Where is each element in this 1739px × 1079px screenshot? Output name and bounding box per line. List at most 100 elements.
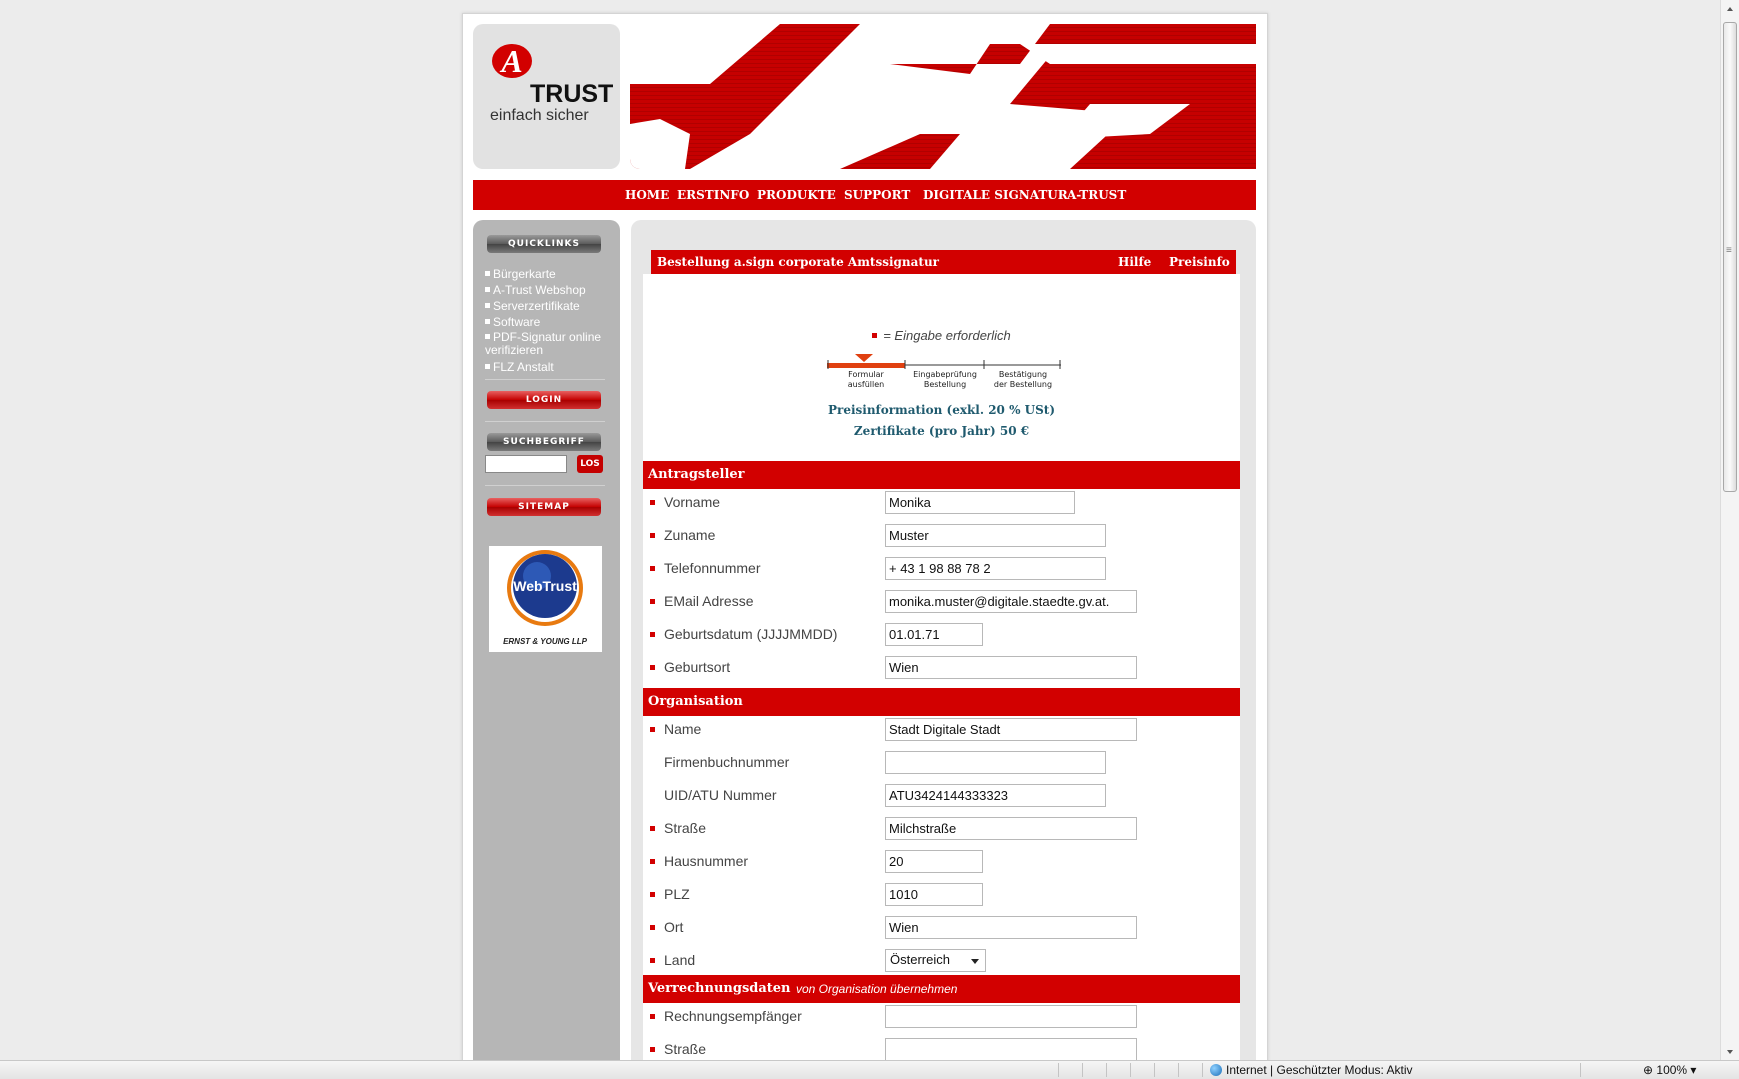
- logo-brand: TRUST: [530, 80, 614, 108]
- label-strasse: Straße: [664, 820, 707, 836]
- label-ort: Ort: [664, 919, 684, 935]
- required-marker-icon: [650, 566, 655, 571]
- land-select[interactable]: Österreich: [885, 949, 986, 972]
- quicklinks-heading: QUICKLINKS: [487, 235, 601, 253]
- help-link[interactable]: Hilfe: [1118, 250, 1151, 274]
- email-input[interactable]: [885, 590, 1137, 613]
- chevron-down-icon: [971, 959, 979, 964]
- webtrust-sub: ERNST & YOUNG LLP: [503, 637, 588, 646]
- nav-produkte[interactable]: PRODUKTE: [757, 188, 836, 202]
- vertical-scrollbar[interactable]: [1720, 0, 1739, 1060]
- quicklink-pdf-signatur[interactable]: PDF-Signatur online verifizieren: [485, 330, 615, 359]
- required-marker-icon: [650, 892, 655, 897]
- search-input[interactable]: [485, 455, 567, 473]
- nav-erstinfo[interactable]: ERSTINFO: [677, 188, 749, 202]
- billing-strasse-input[interactable]: [885, 1038, 1137, 1061]
- quicklink-webshop[interactable]: A-Trust Webshop: [485, 282, 615, 298]
- vorname-input[interactable]: [885, 491, 1075, 514]
- step-1-line2: ausfüllen: [848, 380, 884, 389]
- quicklink-buergerkarte[interactable]: Bürgerkarte: [485, 266, 615, 282]
- required-note: = Eingabe erforderlich: [643, 328, 1240, 343]
- nav-a-trust[interactable]: A-TRUST: [1067, 188, 1126, 202]
- zuname-input[interactable]: [885, 524, 1106, 547]
- logo-tagline: einfach sicher: [490, 107, 589, 124]
- copy-from-organisation-link[interactable]: von Organisation übernehmen: [796, 975, 957, 1003]
- form-title: Bestellung a.sign corporate Amtssignatur: [657, 255, 939, 269]
- webtrust-badge[interactable]: WebTrust ERNST & YOUNG LLP: [489, 546, 602, 652]
- sidebar-divider: [485, 421, 605, 422]
- ort-input[interactable]: [885, 916, 1137, 939]
- label-org-name: Name: [664, 721, 702, 737]
- nav-digitale-signatur[interactable]: DIGITALE SIGNATUR: [923, 188, 1068, 202]
- label-geburtsort: Geburtsort: [664, 659, 731, 675]
- price-heading: Preisinformation (exkl. 20 % USt): [827, 403, 1056, 417]
- bullet-icon: [485, 303, 490, 308]
- quicklinks-list: Bürgerkarte A-Trust Webshop Serverzertif…: [485, 266, 615, 375]
- required-marker-icon: [650, 958, 655, 963]
- hausnummer-input[interactable]: [885, 850, 983, 873]
- org-name-input[interactable]: [885, 718, 1137, 741]
- header-banner: [630, 24, 1256, 169]
- bullet-icon: [485, 319, 490, 324]
- required-marker-icon: [650, 925, 655, 930]
- order-form: = Eingabe erforderlich Formular ausfülle…: [643, 274, 1240, 1061]
- login-button[interactable]: LOGIN: [487, 391, 601, 409]
- nav-support[interactable]: SUPPORT: [844, 188, 910, 202]
- label-geburtsdatum: Geburtsdatum (JJJJMMDD): [664, 626, 838, 642]
- telefon-input[interactable]: [885, 557, 1106, 580]
- status-divider: [1154, 1063, 1155, 1077]
- current-step-marker-icon: [855, 354, 873, 362]
- webtrust-seal-icon: WebTrust ERNST & YOUNG LLP: [503, 550, 588, 646]
- form-header: Bestellung a.sign corporate Amtssignatur…: [651, 250, 1236, 274]
- firmenbuch-input[interactable]: [885, 751, 1106, 774]
- search-heading: SUCHBEGRIFF: [487, 433, 601, 451]
- search-submit-button[interactable]: LOS: [577, 455, 603, 473]
- zoom-control[interactable]: ⊕ 100% ▾: [1643, 1063, 1696, 1077]
- step-2-line2: Bestellung: [924, 380, 966, 389]
- status-divider: [1130, 1063, 1131, 1077]
- land-selected-value: Österreich: [890, 952, 950, 967]
- scrollbar-thumb[interactable]: [1723, 22, 1737, 492]
- scroll-down-icon[interactable]: [1721, 1043, 1739, 1060]
- logo[interactable]: A TRUST einfach sicher: [473, 24, 620, 169]
- quicklink-software[interactable]: Software: [485, 314, 615, 330]
- status-divider: [1082, 1063, 1083, 1077]
- price-value: Zertifikate (pro Jahr) 50 €: [853, 424, 1030, 438]
- required-marker-icon: [650, 533, 655, 538]
- sitemap-button[interactable]: SITEMAP: [487, 498, 601, 516]
- status-divider: [1106, 1063, 1107, 1077]
- step-1-line1: Formular: [848, 370, 884, 379]
- required-marker-icon: [872, 333, 878, 338]
- sidebar-divider: [485, 379, 605, 380]
- step-3-line1: Bestätigung: [999, 370, 1047, 379]
- scroll-up-icon[interactable]: [1721, 0, 1739, 17]
- main-content: Bestellung a.sign corporate Amtssignatur…: [631, 220, 1256, 1061]
- sidebar: QUICKLINKS Bürgerkarte A-Trust Webshop S…: [473, 220, 620, 1061]
- quicklink-serverzertifikate[interactable]: Serverzertifikate: [485, 298, 615, 314]
- top-navigation: HOME ERSTINFO PRODUKTE SUPPORT DIGITALE …: [473, 180, 1256, 210]
- security-zone[interactable]: Internet | Geschützter Modus: Aktiv: [1210, 1063, 1413, 1077]
- plz-input[interactable]: [885, 883, 983, 906]
- label-rechnungsempfaenger: Rechnungsempfänger: [664, 1008, 802, 1024]
- required-marker-icon: [650, 1014, 655, 1019]
- required-marker-icon: [650, 859, 655, 864]
- globe-icon: [1210, 1064, 1222, 1076]
- svg-text:A: A: [499, 43, 522, 79]
- required-marker-icon: [650, 1047, 655, 1052]
- strasse-input[interactable]: [885, 817, 1137, 840]
- required-marker-icon: [650, 665, 655, 670]
- progress-track: Formular ausfüllen Eingabeprüfung Bestel…: [827, 354, 1061, 389]
- label-telefon: Telefonnummer: [664, 560, 761, 576]
- label-hausnummer: Hausnummer: [664, 853, 749, 869]
- nav-home[interactable]: HOME: [625, 188, 669, 202]
- uid-input[interactable]: [885, 784, 1106, 807]
- geburtsdatum-input[interactable]: [885, 623, 983, 646]
- bullet-icon: [485, 287, 490, 292]
- status-bar: Internet | Geschützter Modus: Aktiv ⊕ 10…: [0, 1060, 1739, 1079]
- rechnungsempfaenger-input[interactable]: [885, 1005, 1137, 1028]
- quicklink-flz-anstalt[interactable]: FLZ Anstalt: [485, 359, 615, 375]
- price-info-link[interactable]: Preisinfo: [1169, 250, 1230, 274]
- sidebar-divider: [485, 485, 605, 486]
- geburtsort-input[interactable]: [885, 656, 1137, 679]
- status-divider: [1178, 1063, 1179, 1077]
